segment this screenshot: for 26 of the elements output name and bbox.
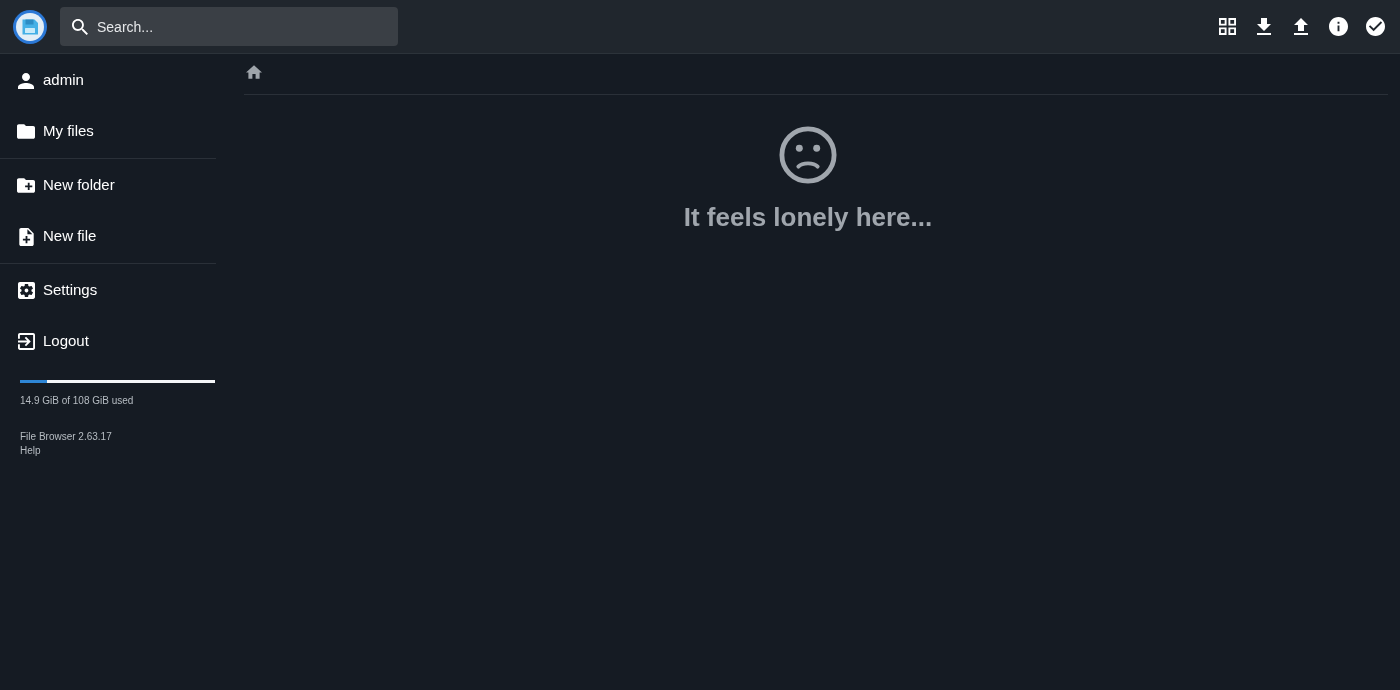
sidebar-item[interactable]: admin [0, 55, 216, 106]
version-text: File Browser 2.63.17 [20, 430, 112, 444]
sidebar-item[interactable]: My files [0, 106, 216, 157]
folder-icon [17, 124, 35, 139]
user-icon [18, 72, 34, 89]
info-icon [1328, 17, 1348, 36]
storage-usage-text: 14.9 GiB of 108 GiB used [20, 394, 135, 408]
app-logo-icon[interactable] [12, 8, 48, 45]
empty-state-message: It feels lonely here... [683, 201, 933, 234]
search-icon [72, 19, 88, 35]
logout-icon [17, 333, 35, 350]
grid-view-icon [1218, 18, 1236, 35]
download-icon [1257, 18, 1271, 35]
upload-icon [1294, 18, 1308, 35]
folder-plus-icon [17, 178, 35, 193]
sidebar-item[interactable]: New folder [0, 160, 216, 211]
sidebar-item[interactable]: Settings [0, 265, 216, 316]
sidebar-item[interactable]: Logout [0, 316, 216, 367]
sad-face-icon [779, 126, 837, 184]
sidebar-item[interactable]: New file [0, 211, 216, 262]
home-breadcrumb[interactable] [246, 65, 262, 79]
settings-icon [17, 282, 35, 299]
help-link[interactable]: Help [20, 444, 41, 458]
home-icon [246, 65, 262, 79]
search-field[interactable]: Search... [60, 7, 398, 46]
file-plus-icon [18, 227, 34, 246]
